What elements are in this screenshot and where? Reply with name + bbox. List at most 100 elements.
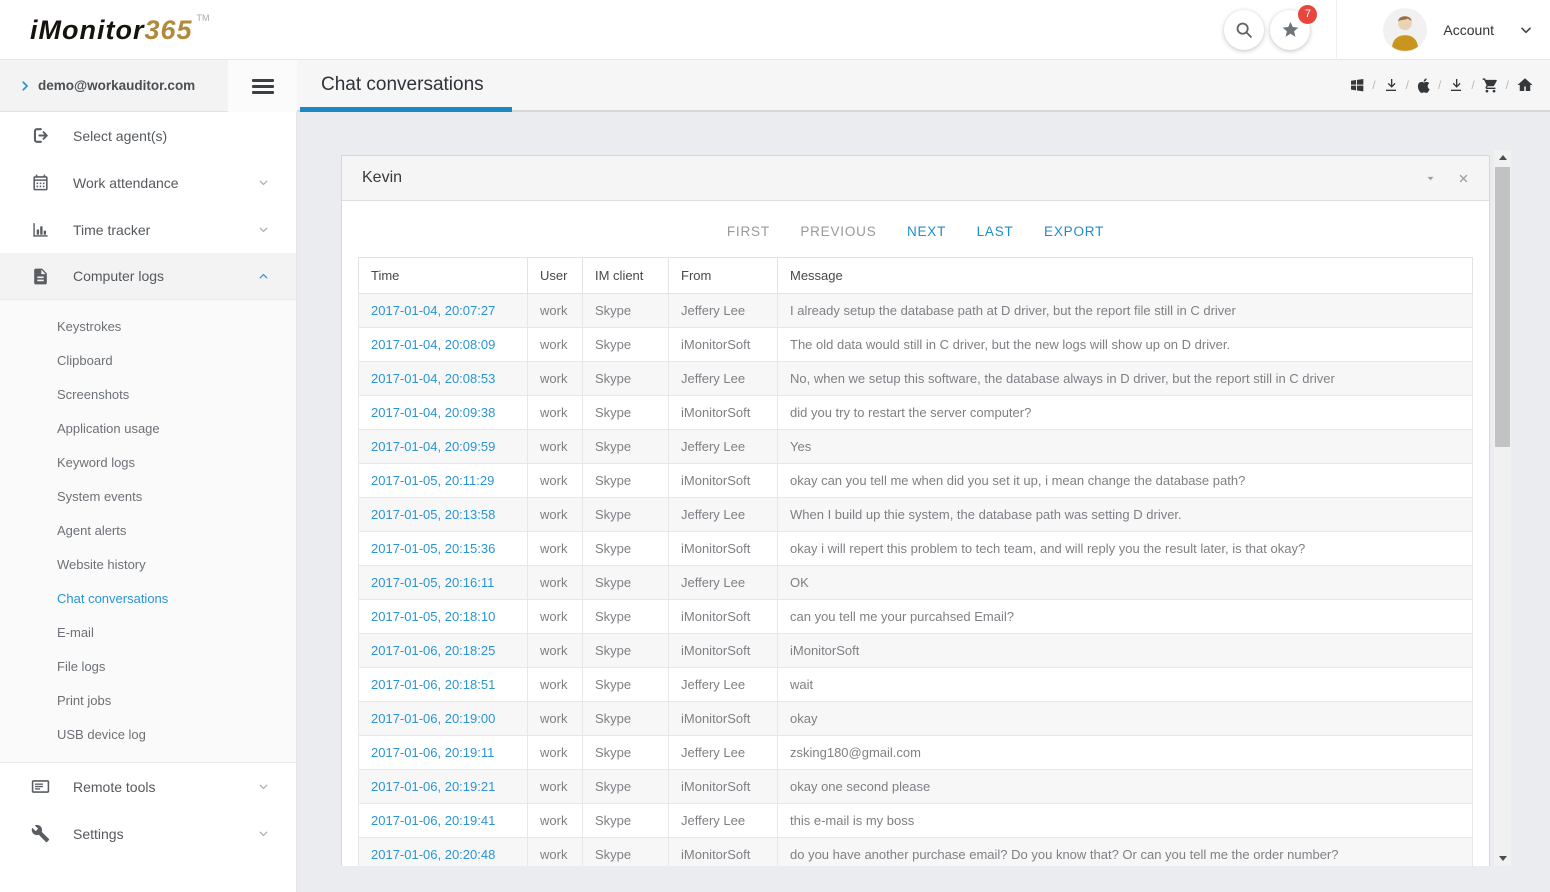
submenu-item-label: Print jobs bbox=[57, 693, 111, 708]
logo-text-accent: 365 bbox=[144, 15, 192, 45]
scrollbar-thumb[interactable] bbox=[1495, 167, 1510, 447]
log-im-client: Skype bbox=[583, 396, 669, 430]
log-time-link[interactable]: 2017-01-06, 20:18:51 bbox=[359, 668, 528, 702]
submenu-item[interactable]: Print jobs bbox=[0, 684, 296, 718]
submenu-item[interactable]: USB device log bbox=[0, 718, 296, 752]
agent-selector[interactable]: demo@workauditor.com bbox=[0, 60, 228, 112]
log-time-link[interactable]: 2017-01-04, 20:08:09 bbox=[359, 328, 528, 362]
select-agents-icon bbox=[31, 126, 50, 145]
log-message: OK bbox=[778, 566, 1473, 600]
submenu-item-label: E-mail bbox=[57, 625, 94, 640]
cart-icon[interactable] bbox=[1482, 77, 1499, 94]
submenu-item[interactable]: Keyword logs bbox=[0, 446, 296, 480]
submenu-item[interactable]: Screenshots bbox=[0, 378, 296, 412]
sidebar-toggle-button[interactable] bbox=[228, 60, 297, 112]
submenu-item[interactable]: Website history bbox=[0, 548, 296, 582]
log-user: work bbox=[528, 328, 583, 362]
sidebar-item-label: Select agent(s) bbox=[73, 128, 167, 144]
home-icon[interactable] bbox=[1516, 76, 1534, 94]
log-time-link[interactable]: 2017-01-04, 20:07:27 bbox=[359, 294, 528, 328]
vertical-scrollbar[interactable] bbox=[1494, 150, 1511, 866]
log-time-link[interactable]: 2017-01-05, 20:18:10 bbox=[359, 600, 528, 634]
log-time-link[interactable]: 2017-01-05, 20:16:11 bbox=[359, 566, 528, 600]
log-im-client: Skype bbox=[583, 294, 669, 328]
scroll-down-arrow[interactable] bbox=[1494, 851, 1511, 866]
sidebar-item-time-tracker[interactable]: Time tracker bbox=[0, 206, 296, 253]
pagination-link[interactable]: NEXT bbox=[907, 224, 946, 239]
pagination-link[interactable]: EXPORT bbox=[1044, 224, 1104, 239]
log-user: work bbox=[528, 634, 583, 668]
sidebar-item-label: Work attendance bbox=[73, 175, 179, 191]
windows-icon[interactable] bbox=[1349, 77, 1365, 93]
log-message: zsking180@gmail.com bbox=[778, 736, 1473, 770]
log-time-link[interactable]: 2017-01-04, 20:09:59 bbox=[359, 430, 528, 464]
log-time-link[interactable]: 2017-01-06, 20:19:11 bbox=[359, 736, 528, 770]
table-row: 2017-01-05, 20:15:36 work Skype iMonitor… bbox=[359, 532, 1473, 566]
log-time-link[interactable]: 2017-01-05, 20:13:58 bbox=[359, 498, 528, 532]
pagination-link[interactable]: LAST bbox=[977, 224, 1014, 239]
sidebar-item-label: Remote tools bbox=[73, 779, 155, 795]
log-time-link[interactable]: 2017-01-06, 20:19:21 bbox=[359, 770, 528, 804]
log-time-link[interactable]: 2017-01-06, 20:19:00 bbox=[359, 702, 528, 736]
log-im-client: Skype bbox=[583, 600, 669, 634]
log-user: work bbox=[528, 804, 583, 838]
search-button[interactable] bbox=[1224, 10, 1264, 50]
scroll-up-arrow[interactable] bbox=[1494, 150, 1511, 165]
log-im-client: Skype bbox=[583, 770, 669, 804]
submenu-item[interactable]: Agent alerts bbox=[0, 514, 296, 548]
log-message: okay bbox=[778, 702, 1473, 736]
windows-download-icon[interactable] bbox=[1383, 77, 1399, 93]
log-time-link[interactable]: 2017-01-05, 20:11:29 bbox=[359, 464, 528, 498]
log-from: iMonitorSoft bbox=[669, 532, 778, 566]
log-message: The old data would still in C driver, bu… bbox=[778, 328, 1473, 362]
computer-logs-submenu: Keystrokes Clipboard Screenshots Applica… bbox=[0, 300, 296, 763]
table-row: 2017-01-04, 20:07:27 work Skype Jeffery … bbox=[359, 294, 1473, 328]
log-time-link[interactable]: 2017-01-05, 20:15:36 bbox=[359, 532, 528, 566]
log-from: iMonitorSoft bbox=[669, 600, 778, 634]
log-message: do you have another purchase email? Do y… bbox=[778, 838, 1473, 867]
favorites-button[interactable]: 7 bbox=[1270, 10, 1310, 50]
chat-panel-header: Kevin bbox=[342, 156, 1489, 201]
account-chevron-down-icon[interactable] bbox=[1518, 22, 1534, 38]
pagination-link[interactable]: PREVIOUS bbox=[800, 224, 876, 239]
log-time-link[interactable]: 2017-01-06, 20:20:48 bbox=[359, 838, 528, 867]
submenu-item[interactable]: Clipboard bbox=[0, 344, 296, 378]
submenu-item[interactable]: System events bbox=[0, 480, 296, 514]
log-message: can you tell me your purcahsed Email? bbox=[778, 600, 1473, 634]
sidebar-item-work-attendance[interactable]: Work attendance bbox=[0, 159, 296, 206]
panel-collapse-icon[interactable] bbox=[1425, 173, 1436, 184]
account-avatar[interactable] bbox=[1383, 8, 1427, 52]
submenu-item[interactable]: File logs bbox=[0, 650, 296, 684]
log-im-client: Skype bbox=[583, 430, 669, 464]
table-row: 2017-01-06, 20:19:00 work Skype iMonitor… bbox=[359, 702, 1473, 736]
submenu-item[interactable]: Keystrokes bbox=[0, 310, 296, 344]
table-header-row: Time User IM client From Message bbox=[359, 258, 1473, 294]
submenu-item[interactable]: Chat conversations bbox=[0, 582, 296, 616]
apple-icon[interactable] bbox=[1416, 77, 1431, 94]
account-label[interactable]: Account bbox=[1443, 22, 1494, 38]
panel-close-icon[interactable] bbox=[1458, 173, 1469, 184]
chevron-down-icon bbox=[257, 827, 270, 840]
log-time-link[interactable]: 2017-01-06, 20:19:41 bbox=[359, 804, 528, 838]
log-user: work bbox=[528, 668, 583, 702]
bar-chart-icon bbox=[31, 220, 50, 239]
notification-badge: 7 bbox=[1298, 5, 1317, 24]
submenu-item[interactable]: Application usage bbox=[0, 412, 296, 446]
log-time-link[interactable]: 2017-01-04, 20:08:53 bbox=[359, 362, 528, 396]
log-message: wait bbox=[778, 668, 1473, 702]
sidebar-item-computer-logs[interactable]: Computer logs bbox=[0, 253, 296, 300]
submenu-item-label: Clipboard bbox=[57, 353, 113, 368]
chevron-right-icon bbox=[18, 79, 32, 93]
mac-download-icon[interactable] bbox=[1448, 77, 1464, 93]
active-tab-underline bbox=[300, 107, 512, 112]
star-icon bbox=[1281, 20, 1300, 39]
pagination-link[interactable]: FIRST bbox=[727, 224, 770, 239]
log-from: Jeffery Lee bbox=[669, 566, 778, 600]
submenu-item[interactable]: E-mail bbox=[0, 616, 296, 650]
log-message: No, when we setup this software, the dat… bbox=[778, 362, 1473, 396]
sidebar-item-select-agents[interactable]: Select agent(s) bbox=[0, 112, 296, 159]
log-time-link[interactable]: 2017-01-04, 20:09:38 bbox=[359, 396, 528, 430]
sidebar-item-settings[interactable]: Settings bbox=[0, 810, 296, 857]
log-time-link[interactable]: 2017-01-06, 20:18:25 bbox=[359, 634, 528, 668]
sidebar-item-remote-tools[interactable]: Remote tools bbox=[0, 763, 296, 810]
